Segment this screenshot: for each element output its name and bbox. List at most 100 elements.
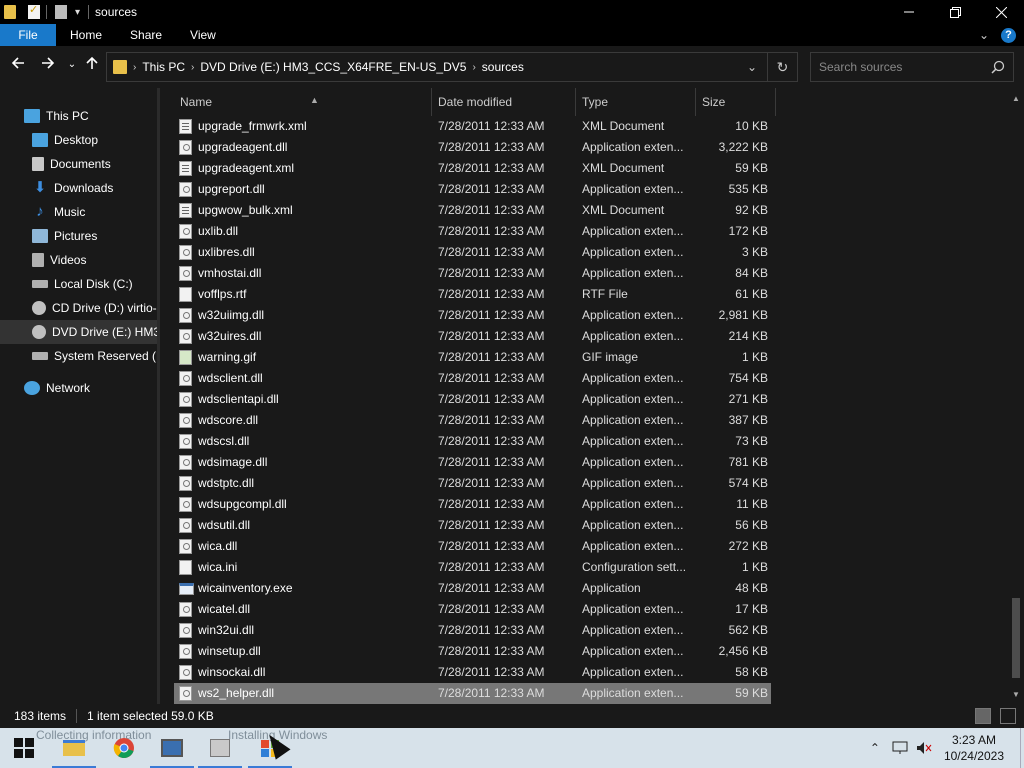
table-row[interactable]: warning.gif 7/28/2011 12:33 AM GIF image 1 … [174, 347, 771, 368]
table-row[interactable]: wicainventory.exe 7/28/2011 12:33 AM Appli… [174, 578, 771, 599]
address-history-dropdown[interactable]: ⌄ [737, 60, 767, 74]
large-icons-view-button[interactable] [1000, 708, 1016, 724]
back-button[interactable] [8, 56, 28, 75]
table-row[interactable]: ws2_helper.dll 7/28/2011 12:33 AM Applicat… [174, 683, 771, 704]
nav-item-local-disk[interactable]: Local Disk (C:) [0, 272, 157, 296]
tab-view[interactable]: View [176, 24, 230, 46]
table-row[interactable]: upgradeagent.dll 7/28/2011 12:33 AM Applic… [174, 137, 771, 158]
file-size: 1 KB [741, 560, 768, 574]
nav-item-downloads[interactable]: ⬇ Downloads [0, 176, 157, 200]
table-row[interactable]: wdscore.dll 7/28/2011 12:33 AM Application… [174, 410, 771, 431]
table-row[interactable]: wdsupgcompl.dll 7/28/2011 12:33 AM Applica… [174, 494, 771, 515]
taskbar-network-app[interactable] [148, 728, 196, 768]
table-row[interactable]: winsockai.dll 7/28/2011 12:33 AM Applicati… [174, 662, 771, 683]
new-folder-icon[interactable] [55, 5, 67, 19]
file-type: Application exten... [582, 539, 684, 553]
file-name: uxlib.dll [198, 224, 239, 238]
nav-item-pictures[interactable]: Pictures [0, 224, 157, 248]
nav-item-cd-drive[interactable]: CD Drive (D:) virtio- [0, 296, 157, 320]
table-row[interactable]: winsetup.dll 7/28/2011 12:33 AM Applicatio… [174, 641, 771, 662]
table-row[interactable]: upgrade_frmwrk.xml 7/28/2011 12:33 AM XML … [174, 116, 771, 137]
table-row[interactable]: upgreport.dll 7/28/2011 12:33 AM Applicati… [174, 179, 771, 200]
table-row[interactable]: wdscsl.dll 7/28/2011 12:33 AM Application … [174, 431, 771, 452]
address-bar[interactable]: › This PC › DVD Drive (E:) HM3_CCS_X64FR… [106, 52, 798, 82]
file-date: 7/28/2011 12:33 AM [438, 140, 545, 154]
refresh-icon[interactable]: ↻ [767, 53, 797, 81]
nav-item-videos[interactable]: Videos [0, 248, 157, 272]
nav-item-documents[interactable]: Documents [0, 152, 157, 176]
column-header-name[interactable]: Name ▲ [174, 88, 432, 116]
file-type: Application exten... [582, 371, 684, 385]
column-header-size[interactable]: Size [696, 88, 776, 116]
breadcrumb-sources[interactable]: sources [482, 60, 524, 74]
taskbar-setup-app[interactable] [196, 728, 244, 768]
file-name: winsetup.dll [198, 644, 261, 658]
scroll-up-icon[interactable]: ▲ [1008, 92, 1024, 106]
taskbar-file-explorer[interactable] [50, 728, 98, 768]
ini-file-icon [179, 560, 192, 575]
table-row[interactable]: wicatel.dll 7/28/2011 12:33 AM Application… [174, 599, 771, 620]
table-row[interactable]: uxlibres.dll 7/28/2011 12:33 AM Applicatio… [174, 242, 771, 263]
maximize-button[interactable] [932, 0, 978, 24]
minimize-button[interactable] [886, 0, 932, 24]
table-row[interactable]: wdsclient.dll 7/28/2011 12:33 AM Applicati… [174, 368, 771, 389]
show-hidden-icons-icon[interactable]: ⌃ [870, 741, 880, 755]
properties-icon[interactable] [28, 3, 40, 19]
vertical-scrollbar[interactable]: ▲ ▼ [1008, 88, 1024, 704]
file-date: 7/28/2011 12:33 AM [438, 476, 545, 490]
column-header-date[interactable]: Date modified [432, 88, 576, 116]
show-desktop-button[interactable] [1020, 728, 1024, 768]
breadcrumb-dvd-drive[interactable]: DVD Drive (E:) HM3_CCS_X64FRE_EN-US_DV5 [200, 60, 466, 74]
table-row[interactable]: vofflps.rtf 7/28/2011 12:33 AM RTF File 61 … [174, 284, 771, 305]
file-date: 7/28/2011 12:33 AM [438, 518, 545, 532]
file-type: Application exten... [582, 182, 684, 196]
details-view-button[interactable] [975, 708, 991, 724]
table-row[interactable]: win32ui.dll 7/28/2011 12:33 AM Application… [174, 620, 771, 641]
search-input[interactable]: Search sources [810, 52, 1014, 82]
file-name: wdsutil.dll [198, 518, 251, 532]
table-row[interactable]: wica.dll 7/28/2011 12:33 AM Application ex… [174, 536, 771, 557]
taskbar-chrome[interactable] [100, 728, 148, 768]
forward-button[interactable] [38, 56, 58, 75]
table-row[interactable]: upgwow_bulk.xml 7/28/2011 12:33 AM XML Doc… [174, 200, 771, 221]
nav-item-music[interactable]: ♪ Music [0, 200, 157, 224]
table-row[interactable]: vmhostai.dll 7/28/2011 12:33 AM Applicatio… [174, 263, 771, 284]
tab-share[interactable]: Share [116, 24, 176, 46]
volume-muted-icon[interactable] [916, 741, 932, 755]
documents-icon [32, 157, 44, 171]
tab-file[interactable]: File [0, 24, 56, 46]
file-name: w32uires.dll [198, 329, 262, 343]
help-icon[interactable]: ? [1001, 27, 1016, 43]
nav-item-dvd-drive[interactable]: DVD Drive (E:) HM3_ [0, 320, 157, 344]
expand-ribbon-icon[interactable]: ⌄ [979, 28, 989, 42]
network-status-icon[interactable] [892, 741, 908, 755]
nav-item-network[interactable]: Network [0, 376, 157, 400]
nav-item-this-pc[interactable]: This PC [0, 104, 157, 128]
file-type: Application [582, 581, 641, 595]
recent-locations-button[interactable]: ⌄ [62, 59, 82, 70]
scroll-down-icon[interactable]: ▼ [1008, 688, 1024, 702]
clock[interactable]: 3:23 AM 10/24/2023 [944, 732, 1004, 764]
table-row[interactable]: wdsimage.dll 7/28/2011 12:33 AM Applicatio… [174, 452, 771, 473]
up-button[interactable] [82, 56, 102, 75]
dll-file-icon [179, 434, 192, 449]
nav-item-system-reserved[interactable]: System Reserved (F: [0, 344, 157, 368]
table-row[interactable]: upgradeagent.xml 7/28/2011 12:33 AM XML Do… [174, 158, 771, 179]
nav-item-desktop[interactable]: Desktop [0, 128, 157, 152]
disk-icon [32, 352, 48, 360]
table-row[interactable]: uxlib.dll 7/28/2011 12:33 AM Application e… [174, 221, 771, 242]
table-row[interactable]: w32uiimg.dll 7/28/2011 12:33 AM Applicatio… [174, 305, 771, 326]
scrollbar-thumb[interactable] [1012, 598, 1020, 678]
table-row[interactable]: w32uires.dll 7/28/2011 12:33 AM Applicatio… [174, 326, 771, 347]
breadcrumb-this-pc[interactable]: This PC [142, 60, 185, 74]
tab-home[interactable]: Home [56, 24, 116, 46]
table-row[interactable]: wica.ini 7/28/2011 12:33 AM Configuration … [174, 557, 771, 578]
table-row[interactable]: wdstptc.dll 7/28/2011 12:33 AM Application… [174, 473, 771, 494]
close-button[interactable] [978, 0, 1024, 24]
column-header-type[interactable]: Type [576, 88, 696, 116]
table-row[interactable]: wdsutil.dll 7/28/2011 12:33 AM Application… [174, 515, 771, 536]
quick-access-dropdown-icon[interactable]: ▾ [75, 7, 80, 18]
file-name: wdscsl.dll [198, 434, 250, 448]
dll-file-icon [179, 308, 192, 323]
table-row[interactable]: wdsclientapi.dll 7/28/2011 12:33 AM Applic… [174, 389, 771, 410]
